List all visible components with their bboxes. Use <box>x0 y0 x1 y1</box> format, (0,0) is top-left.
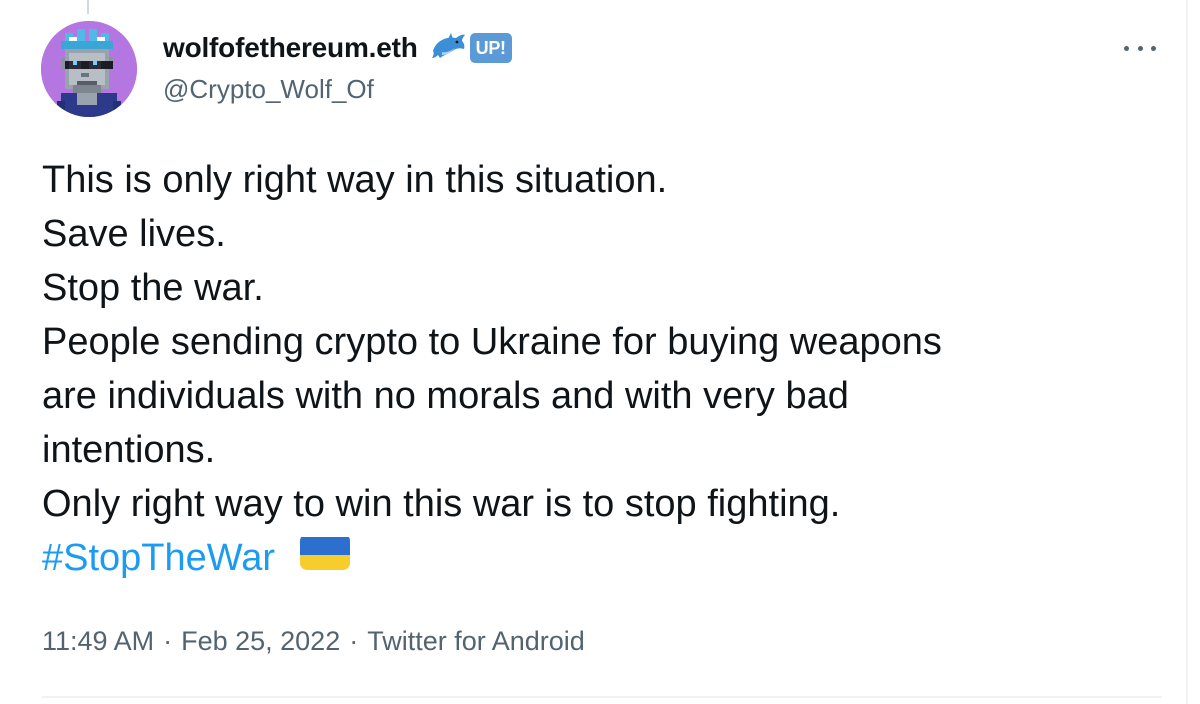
tweet-text-line: are individuals with no morals and with … <box>42 375 849 417</box>
tweet-text: This is only right way in this situation… <box>42 153 1162 585</box>
dolphin-icon <box>430 31 468 65</box>
tweet-text-line: This is only right way in this situation… <box>42 159 668 201</box>
hashtag-line: #StopTheWar <box>42 531 1162 585</box>
tweet-meta: 11:49 AM · Feb 25, 2022 · Twitter for An… <box>42 626 585 657</box>
ukraine-flag-icon <box>299 534 350 570</box>
meta-separator: · <box>163 626 173 656</box>
author-info: wolfofethereum.eth UP! @Crypto_Wolf_Of <box>163 28 512 105</box>
more-options-icon-dot <box>1151 45 1156 51</box>
hashtag-link[interactable]: #StopTheWar <box>42 537 275 579</box>
tweet-source[interactable]: Twitter for Android <box>367 626 585 657</box>
avatar[interactable] <box>41 21 137 117</box>
display-name[interactable]: wolfofethereum.eth <box>163 32 418 64</box>
more-options-icon <box>1124 45 1129 51</box>
author-handle[interactable]: @Crypto_Wolf_Of <box>163 74 512 105</box>
more-options-icon-dot <box>1137 45 1143 51</box>
meta-separator: · <box>349 626 359 656</box>
thread-connector-line <box>87 0 89 14</box>
name-row: wolfofethereum.eth UP! <box>163 28 512 68</box>
timeline-border <box>1186 0 1188 704</box>
pixel-wolf-avatar-icon <box>41 21 137 117</box>
more-options-button[interactable] <box>1124 36 1156 60</box>
tweet-text-line: People sending crypto to Ukraine for buy… <box>42 321 942 363</box>
tweet-time[interactable]: 11:49 AM <box>42 626 154 657</box>
tweet-text-line: Save lives. <box>42 213 226 255</box>
up-badge: UP! <box>469 33 512 63</box>
divider <box>42 696 1162 698</box>
tweet-text-line: intentions. <box>42 429 216 471</box>
tweet-text-line: Only right way to win this war is to sto… <box>42 483 841 525</box>
tweet-date[interactable]: Feb 25, 2022 <box>181 626 340 657</box>
tweet-text-line: Stop the war. <box>42 267 264 309</box>
